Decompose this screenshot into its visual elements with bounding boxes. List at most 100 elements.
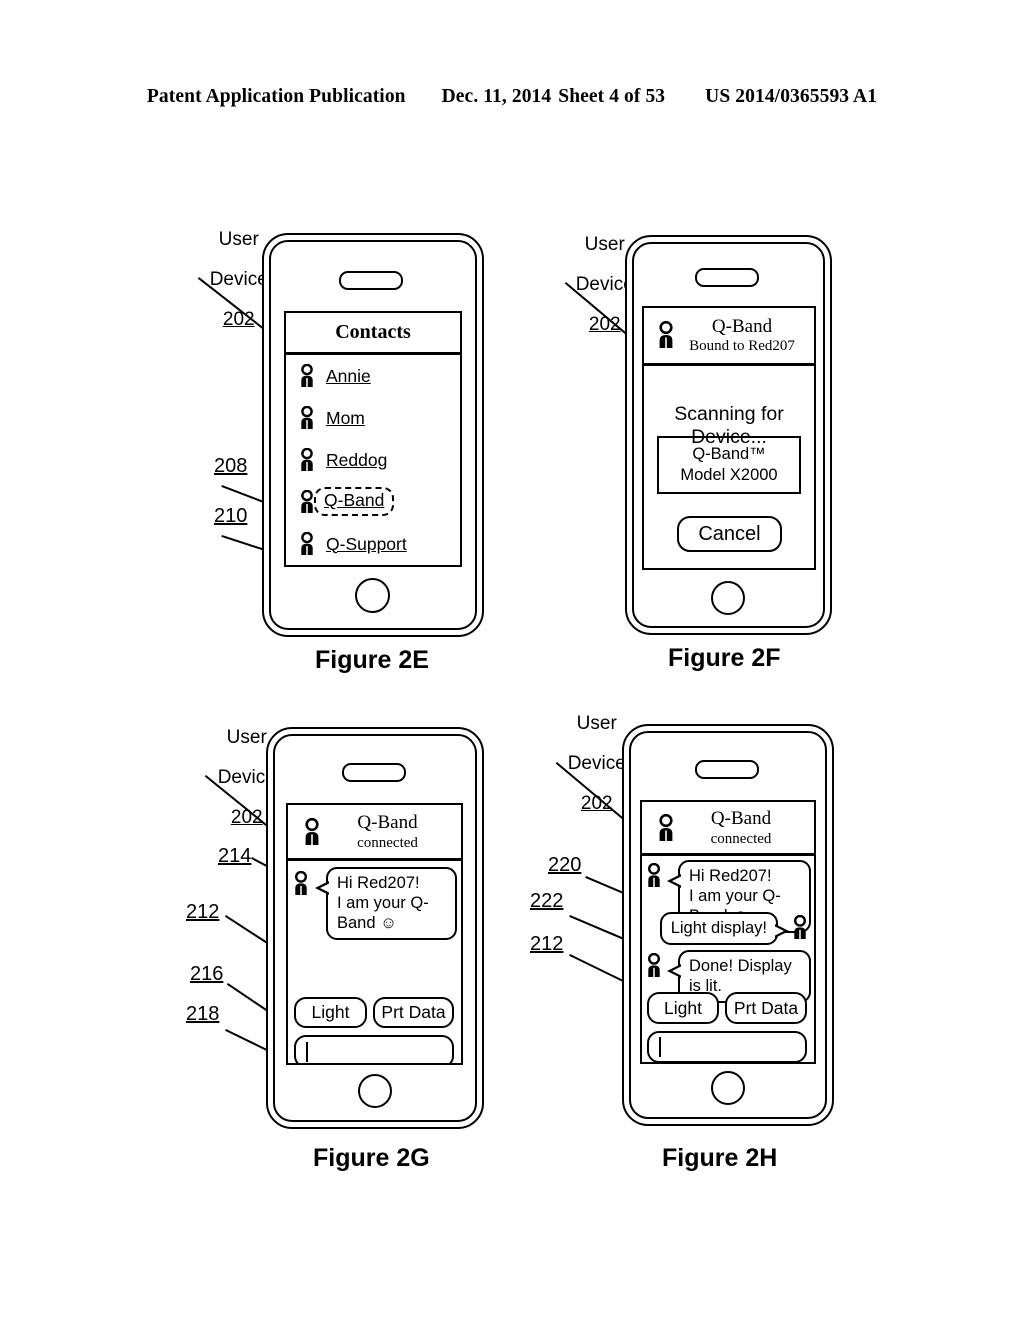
device-callout-2h: User Device 202: [536, 694, 626, 834]
speaker-slot: [342, 763, 406, 782]
callout-line1: User: [218, 229, 259, 250]
light-button[interactable]: Light: [647, 992, 719, 1024]
home-button[interactable]: [711, 581, 745, 615]
found-device-item[interactable]: Q-Band™ Model X2000: [657, 436, 801, 494]
phone-device-2h: Q-Band connected Hi Red207! I am your Q-…: [622, 724, 834, 1126]
callout-line1: User: [584, 234, 625, 255]
device-model-line1: Q-Band™: [692, 445, 766, 463]
contact-row-qsupport[interactable]: Q-Support: [286, 523, 460, 565]
contacts-list: Annie Mom Reddog Q-Band Q-Support: [286, 355, 460, 565]
message-line1: Hi Red207!: [337, 874, 420, 892]
light-button-label: Light: [311, 1002, 350, 1022]
figure-caption-2e: Figure 2E: [315, 646, 429, 674]
phone-screen-2e: Contacts Annie Mom Reddog Q-Band Q-Suppo…: [284, 311, 462, 567]
action-button-row: Light Prt Data: [647, 992, 807, 1024]
chat-bubble: Light display!: [659, 912, 790, 945]
phone-screen-2g: Q-Band connected Hi Red207! I am your Q-…: [286, 803, 463, 1065]
message-row: Light display!: [645, 912, 811, 945]
publication-title: Patent Application Publication: [146, 86, 406, 107]
device-name: Q-Band: [710, 807, 772, 829]
person-icon: [298, 532, 318, 556]
callout-line1: User: [576, 713, 617, 734]
home-button[interactable]: [355, 578, 390, 613]
phone-screen-2h: Q-Band connected Hi Red207! I am your Q-…: [640, 800, 816, 1064]
ref-numeral-222: 222: [530, 890, 564, 912]
cancel-button[interactable]: Cancel: [677, 516, 782, 552]
device-callout-2f: User Device 202: [544, 215, 634, 355]
speaker-slot: [339, 271, 403, 290]
publication-header: Patent Application Publication Dec. 11, …: [0, 86, 1024, 108]
device-status: connected: [357, 834, 418, 851]
light-button[interactable]: Light: [294, 997, 367, 1028]
message-input[interactable]: [647, 1031, 807, 1062]
message-line2: I am your Q-Band ☺: [337, 894, 429, 932]
person-icon: [298, 364, 318, 388]
contact-row-qband[interactable]: Q-Band: [286, 481, 460, 523]
home-button[interactable]: [711, 1071, 745, 1105]
ref-numeral-210: 210: [214, 505, 248, 527]
contact-name[interactable]: Annie: [326, 366, 371, 387]
figure-caption-2g: Figure 2G: [313, 1144, 430, 1172]
text-caret: [306, 1041, 308, 1062]
chat-header-text: Q-Band connected: [668, 808, 814, 848]
contact-row-mom[interactable]: Mom: [286, 397, 460, 439]
contact-row-reddog[interactable]: Reddog: [286, 439, 460, 481]
page-title: Contacts: [335, 321, 411, 343]
chat-header-text: Q-Band connected: [314, 812, 461, 852]
device-header-text: Q-Band Bound to Red207: [670, 316, 814, 355]
action-button-row: Light Prt Data: [294, 997, 454, 1028]
person-avatar-icon: [292, 871, 312, 896]
contact-name[interactable]: Q-Support: [326, 534, 407, 555]
person-avatar-icon: [645, 863, 665, 888]
message-line1: Light display!: [670, 919, 767, 937]
figure-caption-2h: Figure 2H: [662, 1144, 778, 1172]
patent-drawing-page: Patent Application Publication Dec. 11, …: [0, 0, 1024, 1320]
ref-numeral-218: 218: [186, 1003, 220, 1025]
prt-data-button[interactable]: Prt Data: [725, 992, 807, 1024]
device-name: Q-Band: [711, 316, 773, 337]
contact-row-annie[interactable]: Annie: [286, 355, 460, 397]
phone-device-2g: Q-Band connected Hi Red207! I am your Q-…: [266, 727, 484, 1129]
selection-highlight-box: Q-Band: [314, 487, 395, 516]
ref-numeral-214: 214: [218, 845, 252, 867]
phone-screen-2f: Q-Band Bound to Red207 Scanning for Devi…: [642, 306, 816, 570]
speaker-slot: [695, 760, 759, 779]
sheet-number: Sheet 4 of 53: [558, 86, 666, 107]
speaker-slot: [695, 268, 759, 287]
light-button-label: Light: [664, 997, 702, 1018]
message-input[interactable]: [294, 1035, 454, 1063]
phone-device-2f: Q-Band Bound to Red207 Scanning for Devi…: [625, 235, 832, 635]
ref-numeral-208: 208: [214, 455, 248, 477]
phone-device-2e: Contacts Annie Mom Reddog Q-Band Q-Suppo…: [262, 233, 484, 637]
figure-caption-2f: Figure 2F: [668, 644, 781, 672]
prt-data-button-label: Prt Data: [733, 997, 799, 1018]
person-avatar-icon: [645, 953, 665, 978]
message-line1: Hi Red207!: [689, 867, 772, 885]
home-button[interactable]: [358, 1074, 392, 1108]
publication-date: Dec. 11, 2014: [441, 86, 552, 107]
chat-header-bar: Q-Band connected: [288, 805, 461, 861]
person-icon: [298, 406, 318, 430]
device-callout-2g: User Device 202: [186, 708, 276, 848]
device-status: connected: [710, 830, 772, 847]
ref-numeral-212: 212: [530, 933, 564, 955]
contacts-title-bar: Contacts: [286, 313, 460, 355]
chat-bubble: Hi Red207! I am your Q-Band ☺: [315, 867, 457, 940]
person-icon: [298, 448, 318, 472]
contact-name[interactable]: Mom: [326, 408, 365, 429]
device-status: Bound to Red207: [689, 338, 795, 354]
publication-number: US 2014/0365593 A1: [705, 86, 878, 107]
ref-numeral-220: 220: [548, 854, 582, 876]
contact-name[interactable]: Q-Band: [324, 490, 384, 510]
device-header-bar: Q-Band Bound to Red207: [644, 308, 814, 366]
chat-header-bar: Q-Band connected: [642, 802, 814, 856]
text-caret: [659, 1037, 661, 1057]
callout-line1: User: [226, 727, 267, 748]
prt-data-button[interactable]: Prt Data: [373, 997, 454, 1028]
ref-numeral-216: 216: [190, 963, 224, 985]
contact-name[interactable]: Reddog: [326, 450, 387, 471]
message-row: Hi Red207! I am your Q-Band ☺: [292, 867, 457, 940]
message-line1: Done! Display is lit.: [689, 957, 792, 995]
cancel-button-label: Cancel: [698, 522, 761, 545]
callout-line2: Device: [209, 269, 268, 290]
